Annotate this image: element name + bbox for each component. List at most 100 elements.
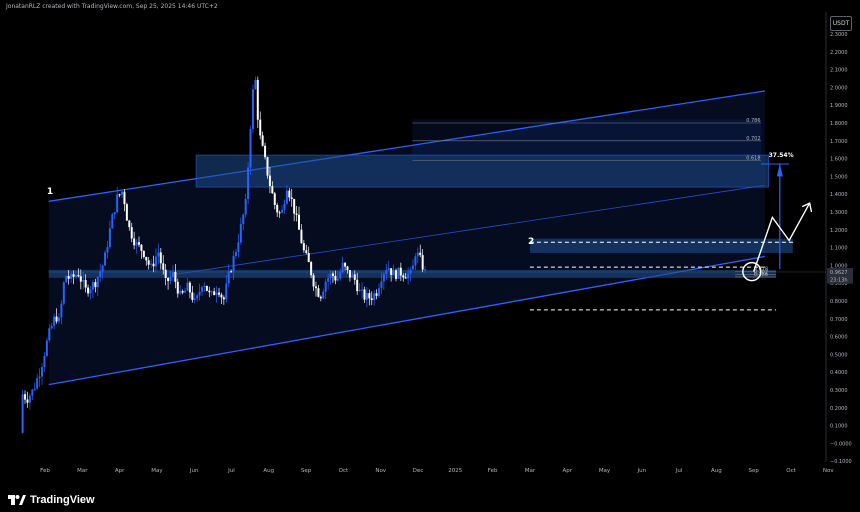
candle-body: [140, 244, 143, 251]
candle-body: [419, 252, 422, 256]
x-tick-label: Jun: [637, 468, 647, 474]
candle-body: [339, 272, 342, 279]
candle-body: [26, 399, 29, 403]
last-price-label: 0.9627: [830, 270, 848, 276]
candle-body: [184, 290, 187, 293]
candle-body: [104, 252, 107, 266]
candle-body: [358, 289, 361, 292]
candle-body: [87, 287, 90, 294]
candle-body: [382, 274, 385, 282]
candle-body: [380, 281, 383, 289]
candle-body: [268, 175, 271, 187]
candle-body: [152, 263, 155, 267]
x-tick-label: Aug: [263, 468, 274, 474]
candle-body: [198, 291, 201, 296]
candle-body: [82, 279, 85, 282]
resistance-zone: [195, 154, 769, 188]
measure-percent-label: 37.54%: [769, 152, 794, 159]
candle-body: [392, 270, 395, 275]
candle-body: [317, 288, 320, 297]
y-tick-label: 0.4000: [830, 370, 848, 376]
x-tick-label: Apr: [562, 468, 572, 474]
candle-body: [38, 376, 41, 379]
chart-frame: JonatanRLZ created with TradingView.com,…: [0, 0, 860, 512]
candle-body: [77, 275, 80, 277]
candle-body: [273, 193, 276, 205]
candle-body: [218, 292, 221, 295]
fib-level-label: 0.786: [746, 118, 760, 124]
candle-body: [234, 251, 237, 256]
candle-body: [242, 214, 245, 225]
candle-body: [33, 388, 36, 390]
candle-body: [89, 289, 92, 294]
currency-badge[interactable]: USDT: [830, 16, 852, 31]
candle-body: [356, 279, 359, 292]
candle-body: [378, 288, 381, 296]
x-tick-label: Nov: [823, 468, 834, 474]
candle-body: [373, 293, 376, 301]
candle-body: [264, 145, 267, 158]
candle-body: [60, 303, 63, 318]
candle-body: [271, 186, 274, 194]
candle-body: [295, 213, 298, 215]
candle-body: [157, 252, 160, 257]
x-tick-label: May: [599, 468, 611, 474]
candle-body: [176, 281, 179, 294]
candle-body: [135, 242, 138, 246]
candle-body: [247, 167, 250, 200]
candle-body: [251, 89, 254, 129]
target-zone: [529, 238, 793, 253]
candle-body: [118, 194, 121, 196]
candle-body: [128, 220, 131, 228]
x-tick-label: May: [151, 468, 163, 474]
candle-body: [150, 263, 153, 265]
candle-body: [341, 262, 344, 273]
candle-body: [411, 265, 414, 270]
price-chart[interactable]: 2.3000 2.2000 2.1000 2.0000 1.9000 1.8000 1.70…: [0, 0, 860, 490]
support-zone: [48, 269, 777, 278]
y-tick-label: 0.3000: [830, 388, 848, 394]
candle-body: [50, 325, 53, 329]
candle-body: [111, 214, 114, 229]
candle-body: [133, 238, 136, 246]
candle-body: [399, 267, 402, 276]
candle-body: [171, 271, 174, 277]
candle-body: [57, 317, 60, 322]
candle-body: [283, 203, 286, 210]
candle-body: [167, 277, 170, 281]
candle-body: [365, 293, 368, 300]
x-tick-label: Jun: [189, 468, 199, 474]
y-tick-label: 1.6000: [830, 157, 848, 163]
candle-body: [227, 271, 230, 284]
y-tick-label: −0.1000: [830, 459, 852, 465]
x-tick-label: Oct: [786, 468, 796, 474]
candle-body: [310, 262, 313, 276]
candle-body: [181, 291, 184, 293]
candle-body: [108, 228, 111, 248]
candle-body: [314, 286, 317, 289]
candle-body: [24, 394, 27, 400]
fib-zone-upper: [412, 119, 762, 156]
y-tick-label: 1.4000: [830, 192, 848, 198]
x-tick-label: Aug: [711, 468, 722, 474]
wave-label: 1: [47, 187, 53, 197]
x-tick-label: Jul: [227, 468, 235, 474]
candle-body: [307, 253, 310, 263]
tradingview-logo[interactable]: TradingView: [8, 494, 95, 506]
candle-body: [276, 204, 279, 213]
candle-body: [414, 256, 417, 266]
candle-body: [70, 274, 73, 279]
y-tick-label: 0.1000: [830, 424, 848, 430]
candle-body: [179, 291, 182, 294]
candle-body: [293, 198, 296, 214]
tradingview-logo-icon: [8, 495, 26, 505]
candle-body: [324, 281, 327, 292]
x-tick-label: Sep: [301, 468, 312, 474]
candle-body: [21, 394, 24, 433]
candle-body: [288, 190, 291, 198]
candle-body: [116, 194, 119, 213]
candle-body: [385, 270, 388, 275]
candle-body: [45, 340, 48, 356]
x-tick-label: Sep: [749, 468, 760, 474]
candle-body: [281, 209, 284, 213]
